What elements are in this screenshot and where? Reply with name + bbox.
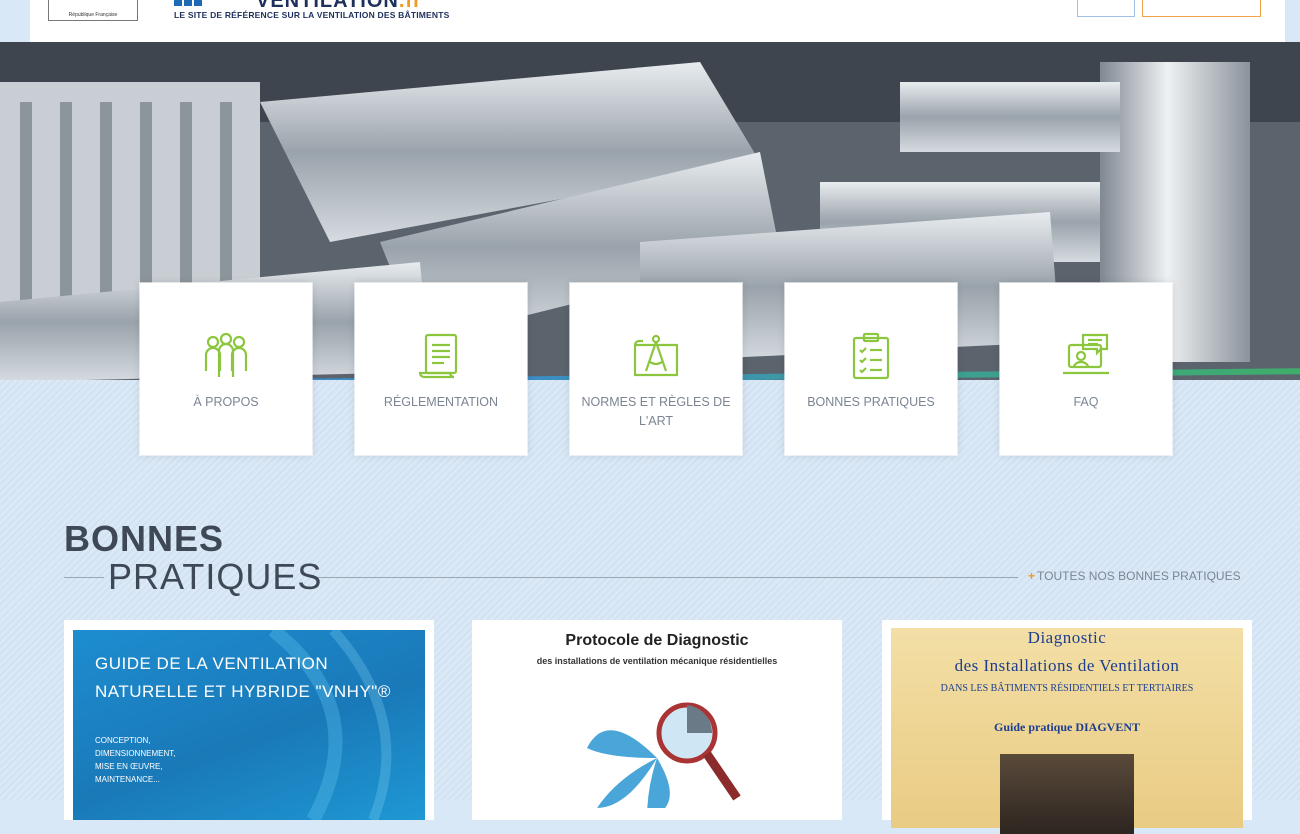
site-header: République Française VENTILATION.fr LE S… <box>30 0 1285 42</box>
guide-cover-diagvent: Diagnostic des Installations de Ventilat… <box>891 628 1243 834</box>
document-scroll-icon <box>418 333 458 379</box>
nav-card-bonnes-pratiques[interactable]: BONNES PRATIQUES <box>785 283 957 455</box>
all-bonnes-pratiques-link[interactable]: + TOUTES NOS BONNES PRATIQUES <box>1028 569 1241 583</box>
chat-question-icon <box>1063 333 1109 375</box>
nav-card-label: FAQ <box>1073 395 1099 409</box>
nav-card-faq[interactable]: FAQ <box>1000 283 1172 455</box>
guide-card-diagvent[interactable]: Diagnostic des Installations de Ventilat… <box>882 620 1252 834</box>
clipboard-checklist-icon <box>852 332 890 380</box>
nav-card-label: NORMES ET RÈGLES DE L'ART <box>581 395 731 428</box>
header-action-button[interactable] <box>1142 0 1261 17</box>
nav-card-a-propos[interactable]: À PROPOS <box>140 283 312 455</box>
guide-title: Protocole de Diagnostic <box>565 632 749 649</box>
brand-logo-mark[interactable] <box>174 0 202 8</box>
guide-subtitle: DANS LES BÂTIMENTS RÉSIDENTIELS ET TERTI… <box>940 683 1194 694</box>
section-divider-left <box>64 577 104 578</box>
section-title-line1: BONNES <box>64 518 225 559</box>
guide-series: Guide pratique DIAGVENT <box>993 720 1141 734</box>
nav-card-label: À PROPOS <box>193 395 259 409</box>
guide-topics: CONCEPTION, DIMENSIONNEMENT, MISE EN ŒUV… <box>95 736 176 784</box>
guide-title-line1: Diagnostic <box>1027 628 1107 647</box>
gov-logo[interactable]: République Française <box>48 0 138 21</box>
guide-cover-vnhy: GUIDE DE LA VENTILATION NATURELLE ET HYB… <box>73 630 425 820</box>
plus-icon: + <box>1028 569 1036 583</box>
nav-card-reglementation[interactable]: RÉGLEMENTATION <box>355 283 527 455</box>
guide-subtitle: des installations de ventilation mécaniq… <box>536 656 778 666</box>
nav-card-label: RÉGLEMENTATION <box>383 395 499 409</box>
fan-magnifier-icon <box>587 702 741 808</box>
brand-tagline: LE SITE DE RÉFÉRENCE SUR LA VENTILATION … <box>174 10 450 20</box>
guide-title: GUIDE DE LA VENTILATION NATURELLE ET HYB… <box>95 654 391 701</box>
people-icon <box>204 332 248 377</box>
header-search-button[interactable] <box>1077 0 1135 17</box>
section-title-line2: PRATIQUES <box>108 556 323 597</box>
compass-blueprint-icon <box>633 334 679 377</box>
guide-photo <box>1000 754 1134 834</box>
guide-card-protocole[interactable]: Protocole de Diagnostic des installation… <box>472 620 842 820</box>
guide-title-line2: des Installations de Ventilation <box>954 656 1180 675</box>
section-divider <box>318 577 1018 578</box>
nav-card-label: BONNES PRATIQUES <box>807 395 935 409</box>
nav-card-normes[interactable]: NORMES ET RÈGLES DE L'ART <box>570 283 742 455</box>
guide-card-vnhy[interactable]: GUIDE DE LA VENTILATION NATURELLE ET HYB… <box>64 620 434 820</box>
